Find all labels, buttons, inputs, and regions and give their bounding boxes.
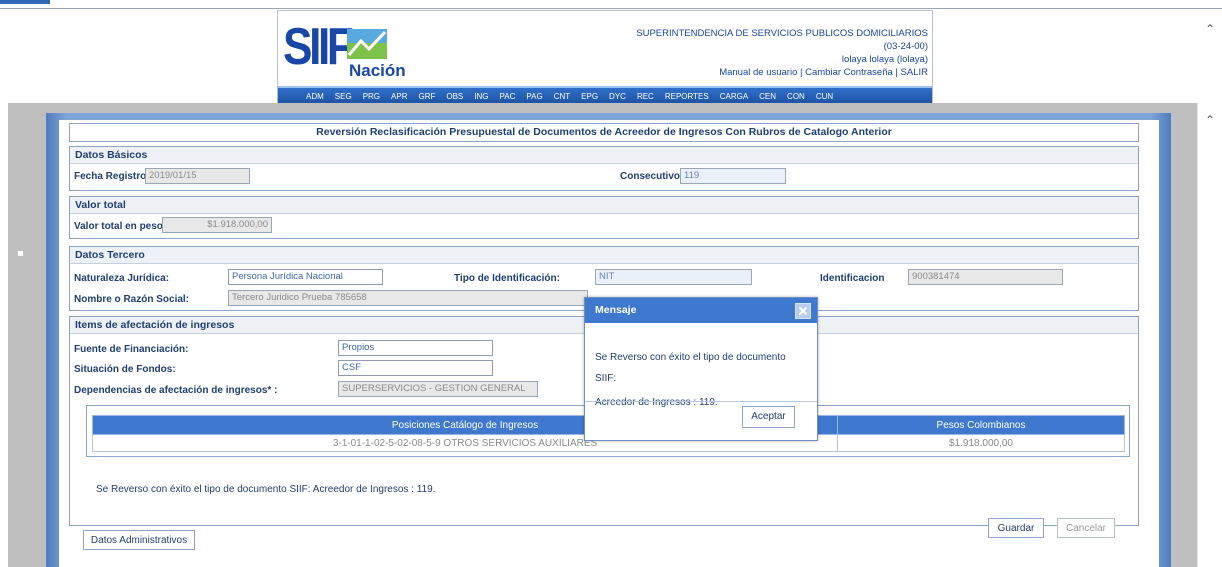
scroll-up-icon[interactable]: ⌃ [1205, 114, 1215, 126]
fecha-field[interactable]: 2019/01/15 [145, 168, 250, 184]
org-name: SUPERINTENDENCIA DE SERVICIOS PUBLICOS D… [636, 28, 928, 39]
dialog-body: Se Reverso con éxito el tipo de document… [585, 323, 817, 413]
dependencias-label: Dependencias de afectación de ingresos* … [74, 385, 278, 396]
form-title-box: Reversión Reclasificación Presupuestal d… [69, 123, 1139, 142]
active-tab-indicator [0, 0, 50, 4]
datos-basicos-section: Datos Básicos Fecha Registro: 2019/01/15… [69, 146, 1139, 191]
logo-text: SIIF [283, 18, 354, 76]
situacion-field[interactable]: CSF [338, 360, 493, 376]
fuente-label: Fuente de Financiación: [74, 344, 189, 355]
cancelar-button[interactable]: Cancelar [1057, 518, 1115, 538]
link-separator: | [895, 67, 898, 78]
consecutivo-label: Consecutivo : [620, 171, 687, 182]
header-info: SUPERINTENDENCIA DE SERVICIOS PUBLICOS D… [636, 27, 928, 79]
org-code: (03-24-00) [883, 41, 928, 52]
fuente-field[interactable]: Propios [338, 340, 493, 356]
manual-link[interactable]: Manual de usuario [719, 67, 797, 78]
logout-link[interactable]: SALIR [901, 67, 928, 78]
situacion-label: Situación de Fondos: [74, 364, 176, 375]
dialog-title-bar: Mensaje [585, 298, 817, 323]
tipo-id-field[interactable]: NIT [595, 269, 752, 285]
change-password-link[interactable]: Cambiar Contraseña [805, 67, 893, 78]
tipo-id-label: Tipo de Identificación: [454, 273, 560, 284]
valor-label: Valor total en pesos [74, 221, 169, 232]
section-header: Datos Tercero [70, 247, 1138, 264]
fecha-label: Fecha Registro: [74, 171, 150, 182]
table-cell: $1.918.000,00 [837, 434, 1125, 452]
column-header: Pesos Colombianos [837, 415, 1125, 435]
frame-scrollbar[interactable]: ⌃ [1197, 103, 1222, 567]
section-header: Datos Básicos [70, 147, 1138, 164]
page-scrollbar[interactable]: ⌃ [1198, 9, 1222, 103]
scroll-up-icon[interactable]: ⌃ [1205, 23, 1215, 35]
link-separator: | [800, 67, 803, 78]
identificacion-label: Identificacion [820, 273, 885, 284]
result-message: Se Reverso con éxito el tipo de document… [96, 484, 436, 495]
valor-total-section: Valor total Valor total en pesos $1.918.… [69, 196, 1139, 239]
header-links: Manual de usuario | Cambiar Contraseña |… [636, 66, 928, 79]
app-header: SIIF Nación SUPERINTENDENCIA DE SERVICIO… [277, 10, 933, 106]
nombre-field[interactable]: Tercero Juridico Prueba 785658 [228, 290, 588, 306]
dialog-message-line1: Se Reverso con éxito el tipo de document… [595, 352, 786, 384]
dialog-divider [585, 401, 817, 402]
dialog-title: Mensaje [595, 304, 637, 316]
user-name: lolaya lolaya (lolaya) [841, 54, 928, 65]
logo-subtitle: Nación [349, 61, 406, 80]
guardar-button[interactable]: Guardar [988, 518, 1044, 538]
siif-logo: SIIF Nación [283, 18, 406, 81]
dependencias-field[interactable]: SUPERSERVICIOS - GESTION GENERAL [338, 381, 538, 397]
browser-top-bar [0, 0, 1222, 9]
frame-marker [18, 251, 23, 256]
identificacion-field[interactable]: 900381474 [908, 269, 1063, 285]
message-dialog: Mensaje Se Reverso con éxito el tipo de … [584, 297, 818, 441]
valor-field[interactable]: $1.918.000,00 [162, 217, 272, 233]
naturaleza-label: Naturaleza Jurídica: [74, 273, 170, 284]
page-title: Reversión Reclasificación Presupuestal d… [316, 126, 892, 138]
aceptar-button[interactable]: Aceptar [742, 406, 795, 428]
datos-administrativos-button[interactable]: Datos Administrativos [83, 530, 195, 550]
consecutivo-field[interactable]: 119 [680, 168, 786, 184]
section-header: Valor total [70, 197, 1138, 214]
logo-chart-icon [347, 29, 387, 59]
naturaleza-field[interactable]: Persona Jurídica Nacional [228, 269, 383, 285]
nombre-label: Nombre o Razón Social: [74, 294, 190, 305]
close-icon[interactable] [795, 303, 811, 319]
